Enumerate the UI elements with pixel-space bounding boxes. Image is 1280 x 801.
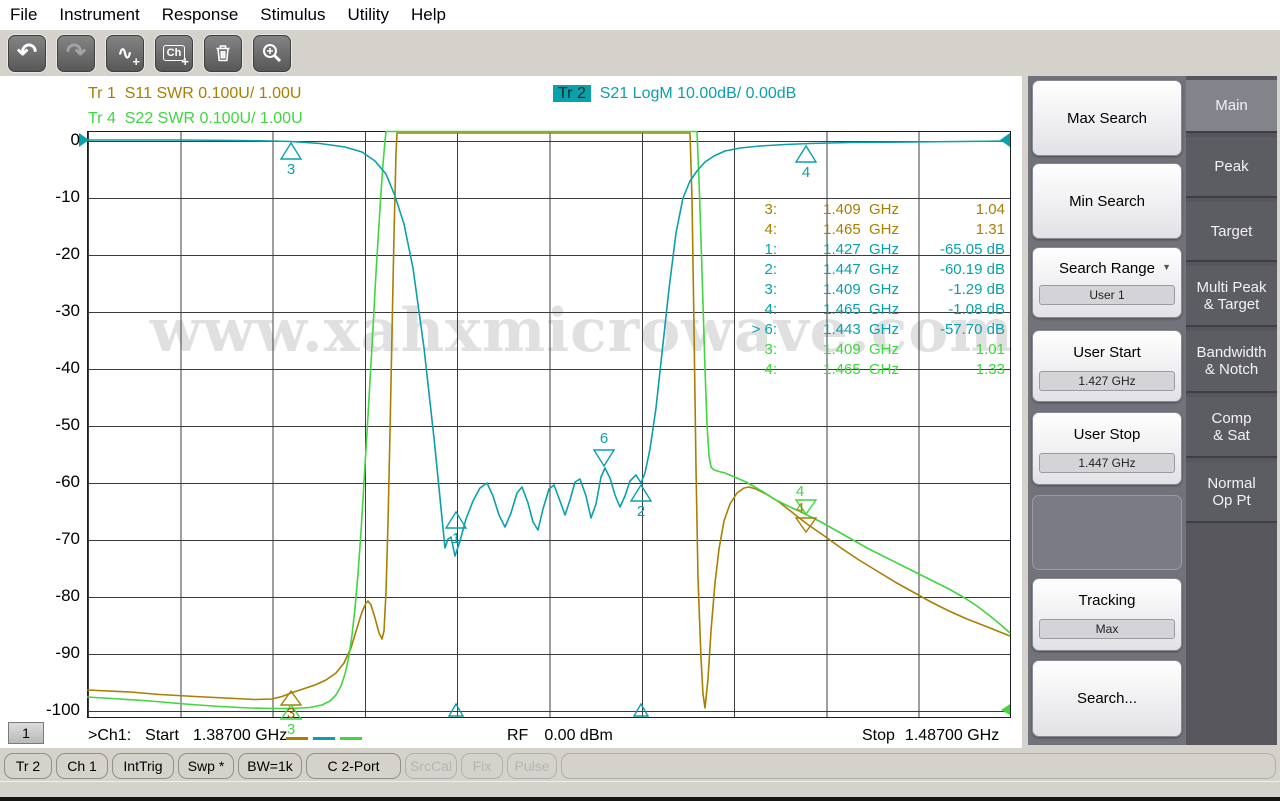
- search-range-dropdown[interactable]: Search Range ▼ User 1: [1032, 247, 1182, 318]
- status-fix: Fix: [461, 753, 503, 779]
- y-axis-label: -20: [34, 244, 80, 264]
- tab-comp-sat[interactable]: Comp & Sat: [1186, 397, 1277, 458]
- trace4-title[interactable]: Tr 4 S22 SWR 0.100U/ 1.00U: [88, 110, 303, 128]
- status-pulse: Pulse: [507, 753, 557, 779]
- trace2-legend-dash: [313, 737, 335, 740]
- search-range-value: User 1: [1039, 285, 1175, 305]
- status-trigger[interactable]: IntTrig: [112, 753, 174, 779]
- delete-button[interactable]: [204, 35, 242, 72]
- status-active-trace[interactable]: Tr 2: [4, 753, 52, 779]
- redo-icon: ↷: [66, 41, 86, 65]
- marker-readout-row: 1:1.427 GHz-65.05 dB: [731, 241, 1005, 261]
- status-strip: [0, 781, 1280, 797]
- add-trace-button[interactable]: ∿+: [106, 35, 144, 72]
- zoom-in-icon: [261, 42, 283, 64]
- user-stop-value: 1.447 GHz: [1039, 453, 1175, 473]
- marker-label: 3: [281, 161, 301, 178]
- status-bandwidth[interactable]: BW=1k: [238, 753, 302, 779]
- marker-readout-row: 3:1.409 GHz-1.29 dB: [731, 281, 1005, 301]
- menu-file[interactable]: File: [10, 5, 37, 25]
- zoom-button[interactable]: [253, 35, 291, 72]
- y-axis-label: -10: [34, 187, 80, 207]
- search-panel: Search × Max Search Min Search Search Ra…: [1028, 38, 1277, 745]
- marker-label: 3: [281, 705, 301, 722]
- user-start-button[interactable]: User Start 1.427 GHz: [1032, 330, 1182, 402]
- y-axis-label: -70: [34, 529, 80, 549]
- add-trace-icon: ∿: [117, 44, 132, 62]
- marker-readout-row: 4:1.465 GHz1.31: [731, 221, 1005, 241]
- marker-readout-row: 2:1.447 GHz-60.19 dB: [731, 261, 1005, 281]
- trace1-title[interactable]: Tr 1 S11 SWR 0.100U/ 1.00U: [88, 85, 301, 103]
- tab-bandwidth-notch[interactable]: Bandwidth & Notch: [1186, 331, 1277, 393]
- tracking-dropdown[interactable]: Tracking ▼ Max: [1032, 578, 1182, 651]
- channel-stop-readout[interactable]: Stop 1.48700 GHz: [862, 727, 999, 745]
- marker-readout-row: 3:1.409 GHz1.01: [731, 341, 1005, 361]
- tab-peak[interactable]: Peak: [1186, 137, 1277, 198]
- user-stop-button[interactable]: User Stop 1.447 GHz: [1032, 412, 1182, 485]
- blank-softkey: [1032, 495, 1182, 570]
- y-axis-label: -30: [34, 301, 80, 321]
- marker-readout-row-active: > 6:1.443 GHz-57.70 dB: [731, 321, 1005, 341]
- tab-target[interactable]: Target: [1186, 202, 1277, 262]
- user-start-value: 1.427 GHz: [1039, 371, 1175, 391]
- marker-label: 2: [631, 503, 651, 520]
- channel-number-button[interactable]: 1: [8, 722, 44, 744]
- rf-power-readout[interactable]: RF 0.00 dBm: [507, 727, 613, 745]
- status-bar: Tr 2 Ch 1 IntTrig Swp * BW=1k C 2-Port S…: [0, 750, 1280, 781]
- max-search-button[interactable]: Max Search: [1032, 80, 1182, 156]
- status-active-channel[interactable]: Ch 1: [56, 753, 108, 779]
- y-axis-label: 0: [34, 130, 80, 150]
- y-axis-label: -100: [34, 700, 80, 720]
- tracking-value: Max: [1039, 619, 1175, 639]
- menu-instrument[interactable]: Instrument: [59, 5, 139, 25]
- menu-stimulus[interactable]: Stimulus: [260, 5, 325, 25]
- status-srccal: SrcCal: [405, 753, 457, 779]
- menu-bar: File Instrument Response Stimulus Utilit…: [0, 0, 1280, 30]
- trash-icon: [212, 42, 234, 64]
- min-search-button[interactable]: Min Search: [1032, 163, 1182, 239]
- y-axis-label: -80: [34, 586, 80, 606]
- marker-label: 4: [790, 483, 810, 500]
- status-cal[interactable]: C 2-Port: [306, 753, 401, 779]
- marker-readout-row: 4:1.465 GHz-1.08 dB: [731, 301, 1005, 321]
- undo-icon: ↶: [17, 41, 37, 65]
- marker-readout-row: 4:1.465 GHz1.33: [731, 361, 1005, 381]
- tab-main[interactable]: Main: [1186, 80, 1277, 133]
- y-axis-label: -50: [34, 415, 80, 435]
- y-axis-label: -60: [34, 472, 80, 492]
- marker-label: 4: [796, 164, 816, 181]
- trace2-active-badge: Tr 2: [553, 85, 591, 102]
- chevron-down-icon: ▼: [1162, 262, 1171, 272]
- marker-label: 4: [790, 500, 810, 517]
- menu-help[interactable]: Help: [411, 5, 446, 25]
- add-channel-button[interactable]: Ch+: [155, 35, 193, 72]
- trace1-legend-dash: [286, 737, 308, 740]
- trace4-legend-dash: [340, 737, 362, 740]
- tab-normal-op-pt[interactable]: Normal Op Pt: [1186, 462, 1277, 523]
- search-more-button[interactable]: Search...: [1032, 660, 1182, 737]
- marker-readout-row: 3:1.409 GHz1.04: [731, 201, 1005, 221]
- y-axis-label: -90: [34, 643, 80, 663]
- undo-button[interactable]: ↶: [8, 35, 46, 72]
- status-sweep[interactable]: Swp *: [178, 753, 234, 779]
- channel-start-readout[interactable]: >Ch1: Start 1.38700 GHz: [88, 727, 287, 745]
- marker-label: 6: [594, 430, 614, 447]
- window-bottom-edge: [0, 797, 1280, 801]
- status-message-field: [561, 753, 1276, 779]
- y-axis-label: -40: [34, 358, 80, 378]
- menu-response[interactable]: Response: [162, 5, 239, 25]
- menu-utility[interactable]: Utility: [347, 5, 389, 25]
- marker-label: 1: [446, 530, 466, 547]
- trace2-title[interactable]: Tr 2 S21 LogM 10.00dB/ 0.00dB: [553, 85, 796, 103]
- toolbar: ↶ ↷ ∿+ Ch+: [0, 30, 1280, 76]
- tab-multi-peak-target[interactable]: Multi Peak & Target: [1186, 266, 1277, 327]
- redo-button[interactable]: ↷: [57, 35, 95, 72]
